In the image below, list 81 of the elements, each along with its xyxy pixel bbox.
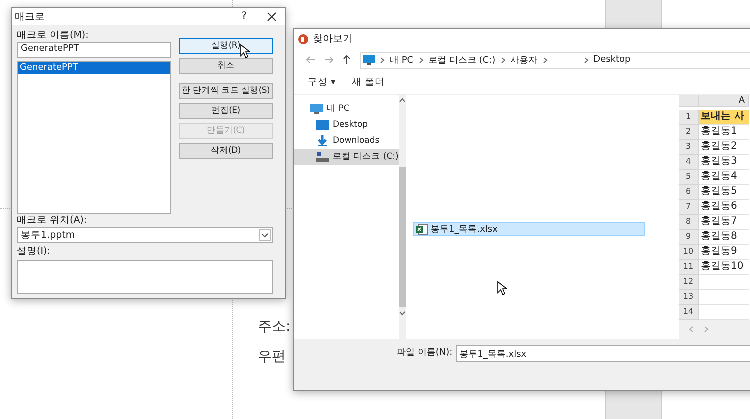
download-icon <box>316 135 329 147</box>
chevron-right-icon <box>500 56 506 64</box>
table-cell: 홍길동6 <box>699 200 749 215</box>
dialog-button[interactable]: 한 단계씩 코드 실행(S) <box>179 83 273 99</box>
nav-item[interactable]: 내 PC <box>294 101 399 117</box>
drive-icon <box>316 151 329 163</box>
dialog-button[interactable]: 삭제(D) <box>179 143 273 159</box>
nav-item[interactable]: 로컬 디스크 (C:) <box>294 149 399 165</box>
breadcrumb-item[interactable]: 내 PC <box>390 54 414 66</box>
forward-arrow-icon <box>324 55 334 65</box>
cursor-icon <box>240 44 250 59</box>
row-number: 4 <box>679 155 699 170</box>
close-icon <box>267 12 277 22</box>
scroll-down-icon <box>398 311 406 316</box>
help-button[interactable]: ? <box>242 11 247 22</box>
dialog-button[interactable]: 취소 <box>179 58 273 74</box>
table-cell: 홍길동4 <box>699 170 749 185</box>
desktop-icon <box>316 119 329 131</box>
nav-item[interactable]: Downloads <box>294 133 399 149</box>
chevron-right-icon <box>584 56 589 64</box>
dialog-button[interactable]: 편집(E) <box>179 103 273 119</box>
chevron-right-icon <box>418 56 424 64</box>
monitor-icon <box>363 55 375 65</box>
address-bar[interactable]: 내 PC 로컬 디스크 (C:) 사용자 Desktop <box>360 52 750 68</box>
row-number: 9 <box>679 230 699 245</box>
row-number: 10 <box>679 245 699 260</box>
row-number: 8 <box>679 215 699 230</box>
nav-item[interactable]: Desktop <box>294 117 399 133</box>
row-number: 1 <box>679 110 699 125</box>
column-header: A <box>699 95 749 107</box>
back-arrow-icon <box>306 55 316 65</box>
scroll-right-icon <box>704 326 709 333</box>
toolbar-button[interactable]: 구성 ▾ <box>308 76 336 89</box>
chevron-down-icon <box>259 229 271 241</box>
scroll-left-icon <box>689 326 694 333</box>
table-cell: 보내는 사 <box>699 110 749 125</box>
cursor-icon <box>497 281 507 296</box>
field-label: 매크로 이름(M): <box>17 29 90 42</box>
spreadsheet-icon <box>416 224 428 234</box>
location-dropdown[interactable]: 봉투1.pptm <box>17 227 273 243</box>
dialog-button[interactable]: 실행(R) <box>179 38 273 54</box>
input-field[interactable]: GeneratePPT <box>17 42 171 58</box>
app-icon <box>298 34 309 44</box>
toolbar-button[interactable]: 새 폴더 <box>352 76 385 89</box>
chevron-right-icon <box>380 56 385 64</box>
description-box[interactable] <box>17 260 273 294</box>
row-number: 5 <box>679 170 699 185</box>
up-arrow-icon <box>342 55 352 65</box>
slide-text: 우편 <box>258 348 287 366</box>
table-cell: 홍길동1 <box>699 125 749 140</box>
window-title: 매크로 <box>15 10 46 24</box>
field-label: 매크로 위치(A): <box>17 214 88 227</box>
breadcrumb-item[interactable]: 로컬 디스크 (C:) <box>428 54 496 66</box>
row-number: 12 <box>679 275 699 290</box>
field-label: 설명(I): <box>17 245 52 258</box>
breadcrumb-item[interactable]: 사용자 <box>510 54 538 66</box>
table-cell: 홍길동9 <box>699 245 749 260</box>
row-number: 2 <box>679 125 699 140</box>
filename-field[interactable]: 봉투1_목록.xlsx <box>456 345 750 362</box>
row-number: 7 <box>679 200 699 215</box>
scroll-up-icon <box>398 98 406 103</box>
row-number: 13 <box>679 290 699 305</box>
file-item[interactable]: 봉투1_목록.xlsx <box>413 222 645 236</box>
row-number: 3 <box>679 140 699 155</box>
monitor-icon <box>310 103 323 115</box>
table-cell: 홍길동2 <box>699 140 749 155</box>
chevron-right-icon <box>542 56 548 64</box>
field-label: 파일 이름(N): <box>397 347 453 360</box>
table-cell: 홍길동10 <box>699 260 749 275</box>
table-cell: 홍길동3 <box>699 155 749 170</box>
row-number: 6 <box>679 185 699 200</box>
table-cell: 홍길동5 <box>699 185 749 200</box>
slide-text: 주소: <box>258 318 291 336</box>
breadcrumb-item[interactable]: Desktop <box>594 55 631 65</box>
list-item[interactable]: GeneratePPT <box>18 62 170 74</box>
window-title: 찾아보기 <box>313 33 354 46</box>
table-cell: 홍길동7 <box>699 215 749 230</box>
row-number: 14 <box>679 305 699 320</box>
macro-list[interactable]: GeneratePPT <box>17 61 171 214</box>
row-number: 11 <box>679 260 699 275</box>
table-cell: 홍길동8 <box>699 230 749 245</box>
